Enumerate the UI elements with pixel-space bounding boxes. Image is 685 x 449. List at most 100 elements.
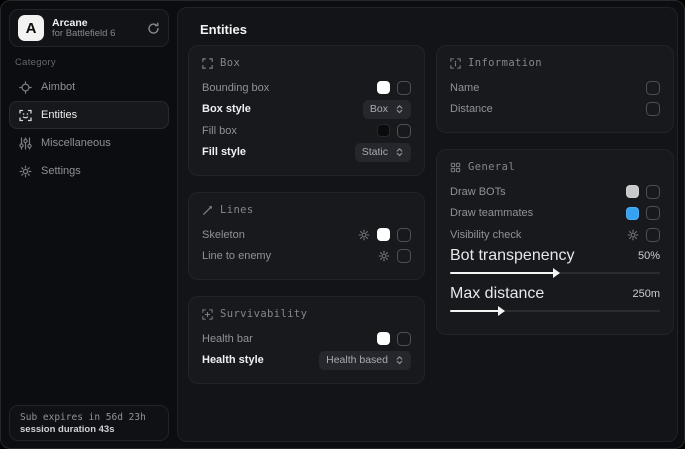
setting-row-max-distance: Max distance 250m	[450, 284, 660, 304]
color-swatch[interactable]	[377, 332, 390, 345]
color-swatch[interactable]	[377, 228, 390, 241]
card-title: Survivability	[220, 308, 307, 320]
max-distance-slider[interactable]	[450, 306, 660, 316]
setting-label: Health bar	[202, 333, 253, 345]
line-icon	[202, 205, 213, 216]
sidebar-item-label: Aimbot	[41, 81, 75, 93]
setting-row-draw-teammates: Draw teammates	[450, 203, 660, 225]
setting-label: Max distance	[450, 285, 544, 303]
setting-label: Box style	[202, 103, 251, 115]
page-title: Entities	[200, 22, 247, 37]
bounding-box-checkbox[interactable]	[397, 81, 411, 95]
setting-row-bounding-box: Bounding box	[202, 77, 411, 99]
health-style-dropdown[interactable]: Health based	[319, 351, 411, 370]
setting-label: Line to enemy	[202, 250, 271, 262]
setting-label: Distance	[450, 103, 493, 115]
health-bar-checkbox[interactable]	[397, 332, 411, 346]
card-title: General	[468, 161, 515, 173]
app-logo: A	[18, 15, 44, 41]
fill-box-checkbox[interactable]	[397, 124, 411, 138]
setting-label: Fill box	[202, 125, 237, 137]
setting-row-bot-transparency: Bot transpenency 50%	[450, 246, 660, 266]
chevron-up-down-icon	[395, 147, 404, 157]
chevron-up-down-icon	[395, 104, 404, 114]
setting-row-skeleton: Skeleton	[202, 224, 411, 246]
setting-row-fill-box: Fill box	[202, 120, 411, 142]
setting-label: Visibility check	[450, 229, 521, 241]
setting-label: Skeleton	[202, 229, 245, 241]
setting-row-draw-bots: Draw BOTs	[450, 181, 660, 203]
app-header-card: A Arcane for Battlefield 6	[9, 9, 169, 47]
color-swatch[interactable]	[377, 81, 390, 94]
sidebar-item-aimbot[interactable]: Aimbot	[9, 73, 169, 101]
card-title: Lines	[220, 204, 254, 216]
sidebar-item-miscellaneous[interactable]: Miscellaneous	[9, 129, 169, 157]
color-swatch[interactable]	[377, 124, 390, 137]
draw-teammates-checkbox[interactable]	[646, 206, 660, 220]
sliders-icon	[19, 137, 32, 150]
box-style-dropdown[interactable]: Box	[363, 100, 411, 119]
general-card: General Draw BOTs Draw teammates	[436, 149, 674, 335]
app-window: A Arcane for Battlefield 6 Category Aimb…	[0, 0, 685, 449]
setting-label: Name	[450, 82, 479, 94]
category-label: Category	[15, 57, 56, 68]
dropdown-value: Box	[370, 103, 388, 115]
sidebar-item-label: Settings	[41, 165, 81, 177]
information-card: Information Name Distance	[436, 45, 674, 133]
color-swatch[interactable]	[626, 207, 639, 220]
setting-row-box-style: Box style Box	[202, 99, 411, 121]
bot-transparency-slider[interactable]	[450, 268, 660, 278]
scan-face-icon	[19, 109, 32, 122]
crosshair-icon	[19, 81, 32, 94]
setting-label: Draw BOTs	[450, 186, 506, 198]
visibility-check-checkbox[interactable]	[646, 228, 660, 242]
draw-bots-checkbox[interactable]	[646, 185, 660, 199]
line-to-enemy-checkbox[interactable]	[397, 249, 411, 263]
gear-icon[interactable]	[378, 250, 390, 262]
main-panel: Entities Box Bounding box Box style	[177, 7, 678, 442]
chevron-up-down-icon	[395, 355, 404, 365]
app-name: Arcane	[52, 17, 139, 29]
dropdown-value: Static	[362, 146, 388, 158]
setting-label: Draw teammates	[450, 207, 533, 219]
card-title: Information	[468, 57, 542, 69]
reload-icon[interactable]	[147, 22, 160, 35]
slider-thumb[interactable]	[498, 306, 505, 316]
setting-label: Health style	[202, 354, 264, 366]
max-distance-value: 250m	[632, 288, 660, 300]
subscription-status-card: Sub expires in 56d 23h session duration …	[9, 405, 169, 441]
sidebar-item-label: Miscellaneous	[41, 137, 111, 149]
sidebar-item-label: Entities	[41, 109, 77, 121]
grid-icon	[450, 162, 461, 173]
setting-row-name: Name	[450, 77, 660, 99]
setting-row-line-to-enemy: Line to enemy	[202, 246, 411, 268]
sidebar-nav: Aimbot Entities Miscellaneous Settings	[9, 73, 169, 185]
sidebar-item-settings[interactable]: Settings	[9, 157, 169, 185]
sub-expiry-text: Sub expires in 56d 23h	[20, 412, 158, 423]
lines-card: Lines Skeleton Line to enemy	[188, 192, 425, 280]
card-title: Box	[220, 57, 240, 69]
box-card: Box Bounding box Box style Box	[188, 45, 425, 176]
sidebar-item-entities[interactable]: Entities	[9, 101, 169, 129]
setting-row-fill-style: Fill style Static	[202, 142, 411, 164]
gear-icon[interactable]	[627, 229, 639, 241]
color-swatch[interactable]	[626, 185, 639, 198]
setting-row-distance: Distance	[450, 99, 660, 121]
sidebar: A Arcane for Battlefield 6 Category Aimb…	[1, 1, 177, 448]
setting-row-health-bar: Health bar	[202, 328, 411, 350]
survivability-card: Survivability Health bar Health style He…	[188, 296, 425, 384]
gear-icon[interactable]	[358, 229, 370, 241]
app-subtitle: for Battlefield 6	[52, 29, 139, 40]
info-icon	[450, 58, 461, 69]
setting-label: Bot transpenency	[450, 247, 575, 265]
dropdown-value: Health based	[326, 354, 388, 366]
slider-thumb[interactable]	[553, 268, 560, 278]
fill-style-dropdown[interactable]: Static	[355, 143, 411, 162]
setting-label: Fill style	[202, 146, 246, 158]
name-checkbox[interactable]	[646, 81, 660, 95]
bot-transparency-value: 50%	[638, 250, 660, 262]
setting-label: Bounding box	[202, 82, 269, 94]
distance-checkbox[interactable]	[646, 102, 660, 116]
gear-icon	[19, 165, 32, 178]
skeleton-checkbox[interactable]	[397, 228, 411, 242]
